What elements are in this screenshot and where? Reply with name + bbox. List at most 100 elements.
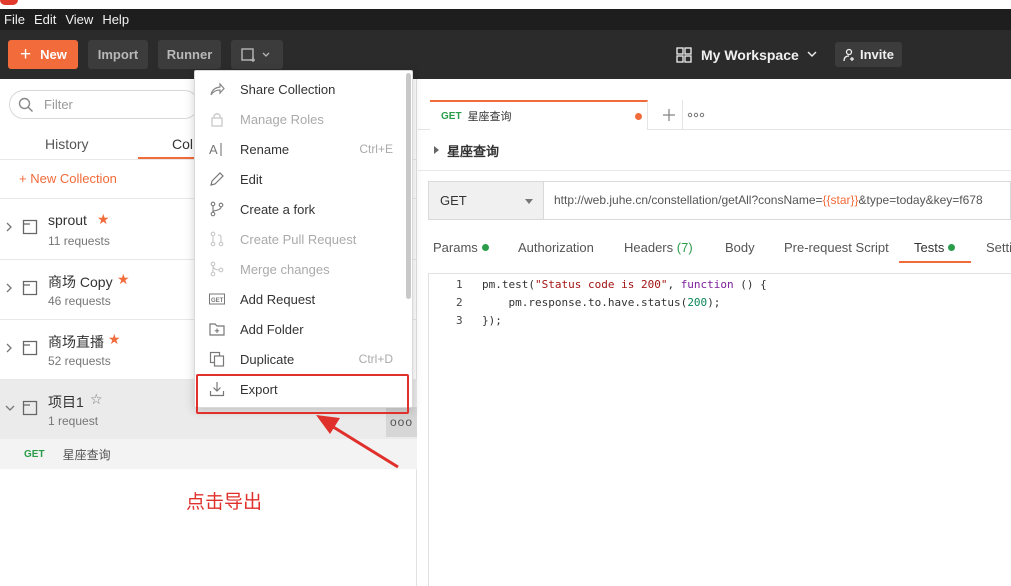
request-name: 星座查询 (62, 447, 111, 462)
tab-history[interactable]: History (45, 136, 89, 152)
pencil-icon (209, 171, 225, 187)
collection-context-menu: Share Collection Manage Roles A Rename C… (194, 70, 413, 408)
star-icon[interactable]: ★ (117, 271, 130, 288)
chevron-down-icon (5, 405, 15, 411)
collection-folder-icon (22, 340, 38, 356)
line-number: 3 (456, 314, 463, 327)
new-window-button[interactable] (231, 40, 283, 69)
collection-count: 1 request (48, 414, 99, 428)
collection-folder-icon (22, 400, 38, 416)
method-select[interactable]: GET (428, 181, 544, 220)
chevron-down-icon (807, 51, 817, 57)
pull-request-icon (209, 231, 225, 247)
filter-input[interactable]: Filter (9, 90, 199, 119)
code-line: }); (482, 314, 502, 327)
new-window-icon (241, 47, 270, 62)
request-tab[interactable]: GET 星座查询 (430, 100, 648, 130)
url-variable: {{star}} (822, 193, 859, 207)
search-icon (18, 97, 34, 112)
menu-view[interactable]: View (65, 12, 93, 27)
chevron-right-icon (6, 283, 12, 293)
app-logo-edge (0, 0, 18, 5)
caret-right-icon[interactable] (433, 145, 441, 155)
lock-icon (209, 111, 225, 127)
collection-count: 46 requests (48, 294, 111, 308)
annotation-arrow-icon (316, 415, 399, 469)
url-input[interactable]: http://web.juhe.cn/constellation/getAll?… (554, 193, 983, 207)
status-dot-icon (948, 244, 956, 251)
folder-add-icon (209, 321, 225, 337)
request-title: 星座查询 (447, 144, 500, 159)
active-subtab-indicator (899, 261, 971, 263)
chevron-right-icon (6, 343, 12, 353)
add-user-icon (843, 48, 854, 61)
new-tab-button[interactable] (655, 100, 683, 130)
collection-count: 11 requests (48, 234, 110, 248)
collection-name: 项目1 (48, 394, 84, 410)
new-button[interactable]: + New (8, 40, 78, 69)
tab-options-button[interactable] (686, 107, 706, 123)
collection-folder-icon (22, 219, 38, 235)
merge-icon (209, 261, 225, 277)
menu-item-add-folder[interactable]: Add Folder (195, 314, 405, 344)
menu-item-duplicate[interactable]: Duplicate Ctrl+D (195, 344, 405, 374)
svg-text:A: A (209, 142, 218, 157)
chevron-right-icon (6, 222, 12, 232)
tab-body[interactable]: Body (725, 240, 755, 255)
new-collection-button[interactable]: + New Collection (19, 171, 117, 186)
collection-count: 52 requests (48, 354, 111, 368)
caret-down-icon (525, 199, 533, 204)
menu-item-add-request[interactable]: GET Add Request (195, 284, 405, 314)
collection-folder-icon (22, 280, 38, 296)
plus-icon (663, 109, 675, 121)
menu-item-edit[interactable]: Edit (195, 164, 405, 194)
collection-name: sprout (48, 212, 87, 228)
tab-collections[interactable]: Col (172, 136, 193, 152)
share-icon (209, 81, 225, 97)
tab-params[interactable]: Params (433, 240, 489, 255)
method-badge: GET (24, 448, 45, 460)
collection-name: 商场直播 (48, 334, 104, 350)
menu-item-merge-changes: Merge changes (195, 254, 405, 284)
tab-tests[interactable]: Tests (914, 240, 956, 255)
star-outline-icon[interactable]: ☆ (90, 391, 103, 408)
tab-method: GET (441, 110, 462, 122)
code-line: pm.test("Status code is 200", function (… (482, 278, 767, 291)
invite-button[interactable]: Invite (835, 42, 902, 67)
menu-help[interactable]: Help (102, 12, 129, 27)
menu-file[interactable]: File (4, 12, 25, 27)
menu-item-rename[interactable]: A Rename Ctrl+E (195, 134, 405, 164)
menu-item-create-pull-request: Create Pull Request (195, 224, 405, 254)
headers-count: (7) (676, 240, 693, 255)
duplicate-icon (209, 351, 225, 367)
line-number: 2 (456, 296, 463, 309)
menu-item-create-fork[interactable]: Create a fork (195, 194, 405, 224)
import-button[interactable]: Import (88, 40, 148, 69)
annotation-text: 点击导出 (186, 492, 263, 513)
menu-bar: File Edit View Help (0, 9, 1011, 30)
unsaved-dot-icon (635, 112, 642, 120)
more-horizontal-icon (687, 112, 705, 118)
line-number: 1 (456, 278, 463, 291)
plus-icon: + (20, 44, 32, 65)
menu-item-manage-roles: Manage Roles (195, 104, 405, 134)
star-icon[interactable]: ★ (108, 331, 121, 348)
menu-scrollbar[interactable] (406, 73, 411, 299)
get-request-icon: GET (209, 291, 225, 307)
runner-button[interactable]: Runner (158, 40, 221, 69)
tab-settings[interactable]: Setti (986, 240, 1011, 255)
tab-headers[interactable]: Headers (7) (624, 240, 693, 255)
rename-icon: A (209, 141, 225, 157)
collection-name: 商场 Copy (48, 274, 113, 290)
workspace-switcher[interactable]: My Workspace (676, 44, 820, 66)
tab-authorization[interactable]: Authorization (518, 240, 594, 255)
tab-pre-request-script[interactable]: Pre-request Script (784, 240, 889, 255)
star-icon[interactable]: ★ (97, 211, 110, 228)
menu-item-share-collection[interactable]: Share Collection (195, 74, 405, 104)
menu-edit[interactable]: Edit (34, 12, 56, 27)
status-dot-icon (481, 244, 489, 251)
grid-icon (676, 47, 692, 63)
export-highlight-box (196, 374, 409, 414)
tab-title: 星座查询 (467, 111, 512, 123)
code-editor[interactable]: 1 2 3 pm.test("Status code is 200", func… (429, 274, 1011, 586)
